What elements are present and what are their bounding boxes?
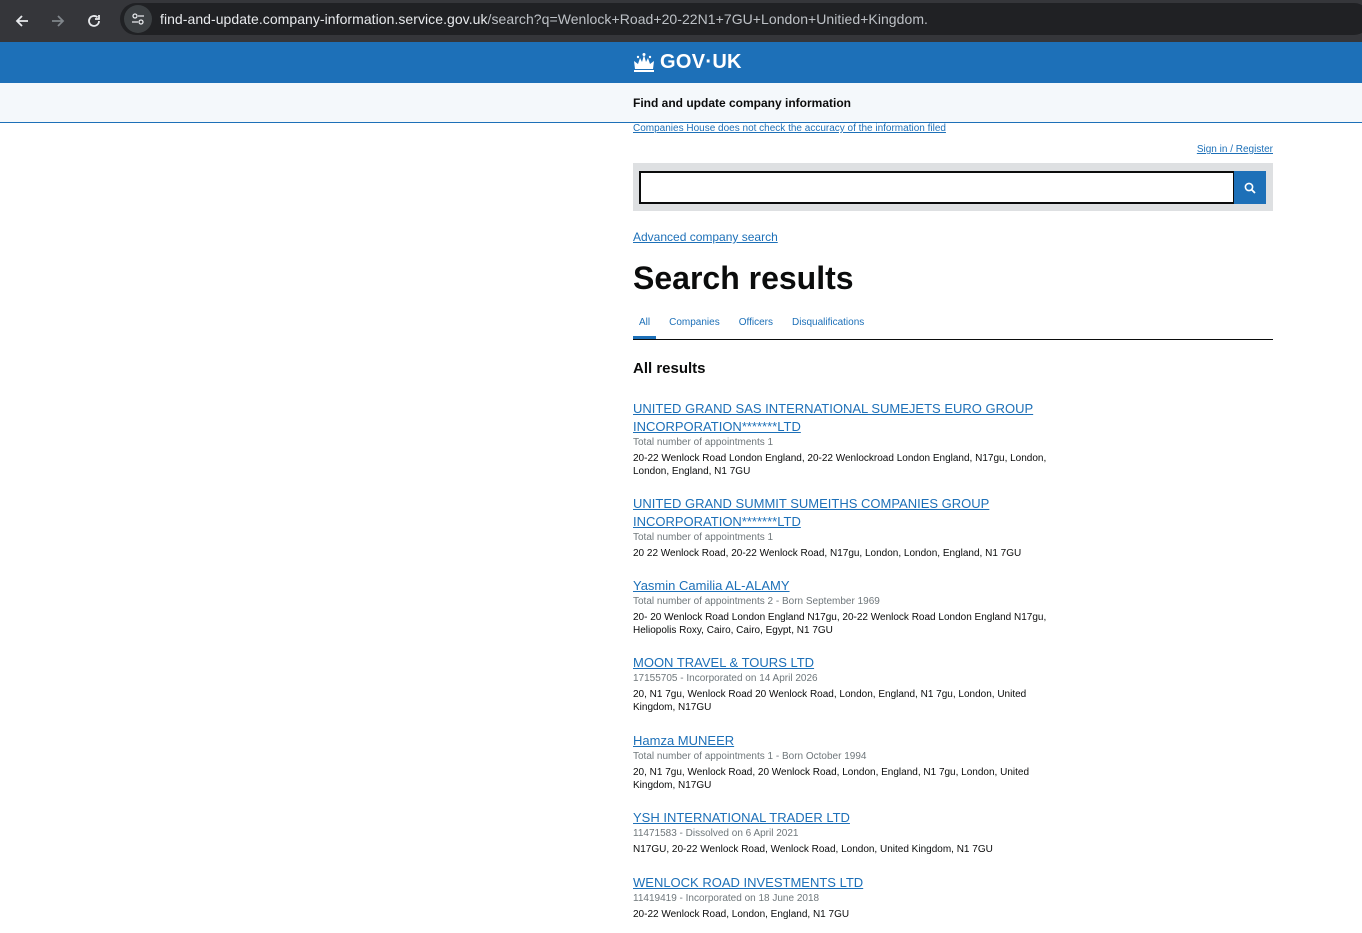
result-address: 20- 20 Wenlock Road London England N17gu… xyxy=(633,612,1047,636)
reload-icon xyxy=(88,15,100,27)
arrow-right-icon xyxy=(52,15,65,27)
result-address: 20, N1 7gu, Wenlock Road, 20 Wenlock Roa… xyxy=(633,767,1030,791)
search-icon xyxy=(1244,182,1256,194)
result-meta: Total number of appointments 1 xyxy=(633,532,774,543)
forward-button[interactable] xyxy=(40,3,76,39)
page-title: Search results xyxy=(633,260,854,296)
accuracy-disclaimer-link[interactable]: Companies House does not check the accur… xyxy=(633,123,946,134)
results-tabs: All Companies Officers Disqualifications xyxy=(633,311,1273,340)
list-item: Yasmin Camilia AL-ALAMY Total number of … xyxy=(633,577,1053,637)
url-text: find-and-update.company-information.serv… xyxy=(160,11,928,27)
list-item: MOON TRAVEL & TOURS LTD 17155705 - Incor… xyxy=(633,654,1053,714)
govuk-logo-text: GOV·UK xyxy=(660,51,742,73)
govuk-header: GOV·UK xyxy=(0,42,1362,83)
back-button[interactable] xyxy=(4,3,40,39)
list-item: WENLOCK ROAD INVESTMENTS LTD 11419419 - … xyxy=(633,874,1053,921)
reload-button[interactable] xyxy=(76,3,112,39)
service-header: Find and update company information xyxy=(0,83,1362,123)
result-title-link[interactable]: YSH INTERNATIONAL TRADER LTD xyxy=(633,809,1053,827)
result-address: 20-22 Wenlock Road, London, England, N1 … xyxy=(633,909,850,920)
result-title-link[interactable]: MOON TRAVEL & TOURS LTD xyxy=(633,654,1053,672)
result-meta: 17155705 - Incorporated on 14 April 2026 xyxy=(633,673,818,684)
search-button[interactable] xyxy=(1234,171,1266,204)
result-meta: 11471583 - Dissolved on 6 April 2021 xyxy=(633,828,799,839)
service-name[interactable]: Find and update company information xyxy=(633,96,851,110)
tab-companies[interactable]: Companies xyxy=(663,311,726,339)
result-title-link[interactable]: WENLOCK ROAD INVESTMENTS LTD xyxy=(633,874,1053,892)
result-meta: Total number of appointments 1 - Born Oc… xyxy=(633,751,867,762)
result-title-link[interactable]: UNITED GRAND SAS INTERNATIONAL SUMEJETS … xyxy=(633,400,1053,436)
list-item: YSH INTERNATIONAL TRADER LTD 11471583 - … xyxy=(633,809,1053,856)
sign-in-register-link[interactable]: Sign in / Register xyxy=(1197,144,1273,155)
govuk-logo-link[interactable]: GOV·UK xyxy=(632,51,742,74)
advanced-search-link[interactable]: Advanced company search xyxy=(633,230,778,244)
arrow-left-icon xyxy=(15,15,28,27)
search-bar xyxy=(633,163,1273,211)
tab-officers[interactable]: Officers xyxy=(733,311,779,339)
result-meta: Total number of appointments 2 - Born Se… xyxy=(633,596,880,607)
result-address: 20, N1 7gu, Wenlock Road 20 Wenlock Road… xyxy=(633,689,1027,713)
crown-icon xyxy=(634,52,654,72)
tab-all[interactable]: All xyxy=(633,311,657,339)
result-title-link[interactable]: Yasmin Camilia AL-ALAMY xyxy=(633,577,1053,595)
result-title-link[interactable]: Hamza MUNEER xyxy=(633,732,1053,750)
site-info-icon[interactable] xyxy=(124,5,152,33)
address-bar[interactable]: find-and-update.company-information.serv… xyxy=(120,3,1362,35)
list-item: UNITED GRAND SUMMIT SUMEITHS COMPANIES G… xyxy=(633,495,1053,560)
results-heading: All results xyxy=(633,360,706,377)
url-host: find-and-update.company-information.serv… xyxy=(160,11,488,27)
url-path: /search?q=Wenlock+Road+20-22N1+7GU+Londo… xyxy=(487,11,928,27)
result-address: N17GU, 20-22 Wenlock Road, Wenlock Road,… xyxy=(633,844,993,855)
result-meta: Total number of appointments 1 xyxy=(633,437,774,448)
list-item: Hamza MUNEER Total number of appointment… xyxy=(633,732,1053,792)
list-item: UNITED GRAND SAS INTERNATIONAL SUMEJETS … xyxy=(633,400,1053,478)
search-input[interactable] xyxy=(639,171,1235,204)
result-address: 20-22 Wenlock Road London England, 20-22… xyxy=(633,453,1047,477)
result-address: 20 22 Wenlock Road, 20-22 Wenlock Road, … xyxy=(633,548,1022,559)
tab-disqualifications[interactable]: Disqualifications xyxy=(786,311,870,339)
result-meta: 11419419 - Incorporated on 18 June 2018 xyxy=(633,893,820,904)
result-title-link[interactable]: UNITED GRAND SUMMIT SUMEITHS COMPANIES G… xyxy=(633,495,1053,531)
browser-toolbar: find-and-update.company-information.serv… xyxy=(0,0,1362,42)
